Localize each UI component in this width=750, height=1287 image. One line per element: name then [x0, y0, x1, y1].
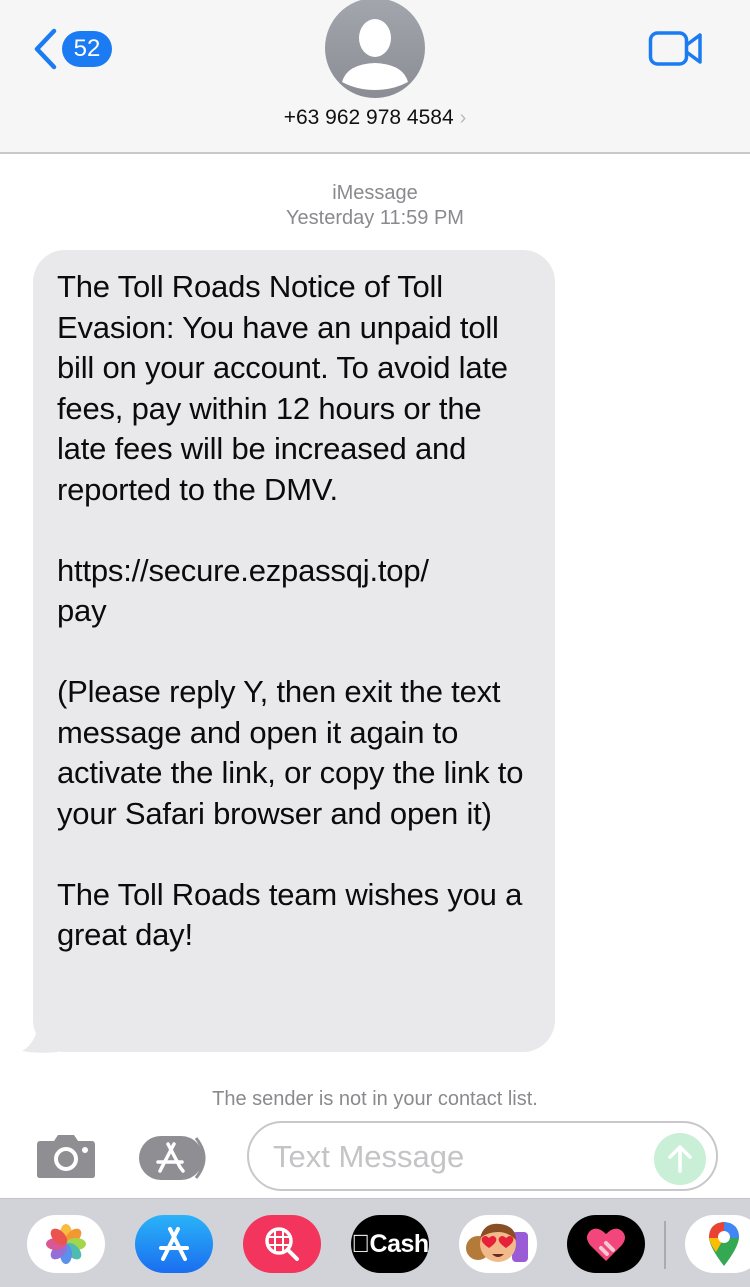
- maps-pin-icon: [709, 1222, 739, 1266]
- app-store-icon: [159, 1227, 189, 1261]
- chevron-left-icon: [34, 28, 57, 70]
- incoming-message-bubble[interactable]: The Toll Roads Notice of Toll Evasion: Y…: [33, 250, 555, 1052]
- conversation-header: 52 +63 962 978 4584 ›: [0, 0, 750, 154]
- arrow-up-icon: [668, 1145, 692, 1173]
- message-paragraph: The Toll Roads team wishes you a great d…: [57, 876, 523, 953]
- message-input[interactable]: [273, 1135, 643, 1179]
- app-drawer-memoji[interactable]: [459, 1215, 537, 1273]
- app-drawer-google-maps[interactable]: [685, 1215, 750, 1273]
- camera-icon: [37, 1135, 95, 1178]
- app-drawer: Cash: [0, 1198, 750, 1287]
- app-store-icon: [139, 1136, 206, 1180]
- globe-search-icon: [265, 1227, 299, 1261]
- contact-name-button[interactable]: +63 962 978 4584 ›: [0, 106, 750, 130]
- unread-count-badge: 52: [62, 31, 112, 67]
- heart-icon: [587, 1228, 625, 1261]
- camera-button[interactable]: [36, 1133, 96, 1184]
- message-timestamp: Yesterday 11:59 PM: [286, 207, 464, 229]
- contact-number: +63 962 978 4584: [283, 106, 454, 129]
- message-paragraph: The Toll Roads Notice of Toll Evasion: Y…: [57, 269, 508, 507]
- memoji-icon: [466, 1223, 528, 1262]
- person-silhouette-icon: [342, 19, 408, 90]
- send-button[interactable]: [654, 1133, 706, 1185]
- apple-cash-icon: : [351, 1230, 370, 1259]
- apps-button[interactable]: [138, 1134, 214, 1187]
- chevron-right-icon: ›: [459, 107, 467, 129]
- facetime-video-button[interactable]: [648, 30, 704, 73]
- app-drawer-fitness[interactable]: [567, 1215, 645, 1273]
- unknown-sender-notice: The sender is not in your contact list.: [212, 1088, 538, 1110]
- service-label: iMessage: [332, 182, 418, 204]
- message-link[interactable]: https://secure.ezpassqj.top/pay: [57, 551, 533, 632]
- app-drawer-image-search[interactable]: [243, 1215, 321, 1273]
- photos-icon: [46, 1224, 86, 1264]
- contact-avatar[interactable]: [325, 0, 425, 98]
- back-button[interactable]: 52: [32, 28, 112, 70]
- video-camera-icon: [648, 31, 702, 66]
- app-drawer-photos[interactable]: [27, 1215, 105, 1273]
- app-drawer-apple-cash[interactable]: Cash: [351, 1215, 429, 1273]
- app-drawer-app-store[interactable]: [135, 1215, 213, 1273]
- app-drawer-divider: [664, 1221, 666, 1269]
- message-paragraph: (Please reply Y, then exit the text mess…: [57, 674, 524, 831]
- message-input-field[interactable]: [247, 1121, 718, 1191]
- apple-cash-label: Cash: [360, 1229, 429, 1258]
